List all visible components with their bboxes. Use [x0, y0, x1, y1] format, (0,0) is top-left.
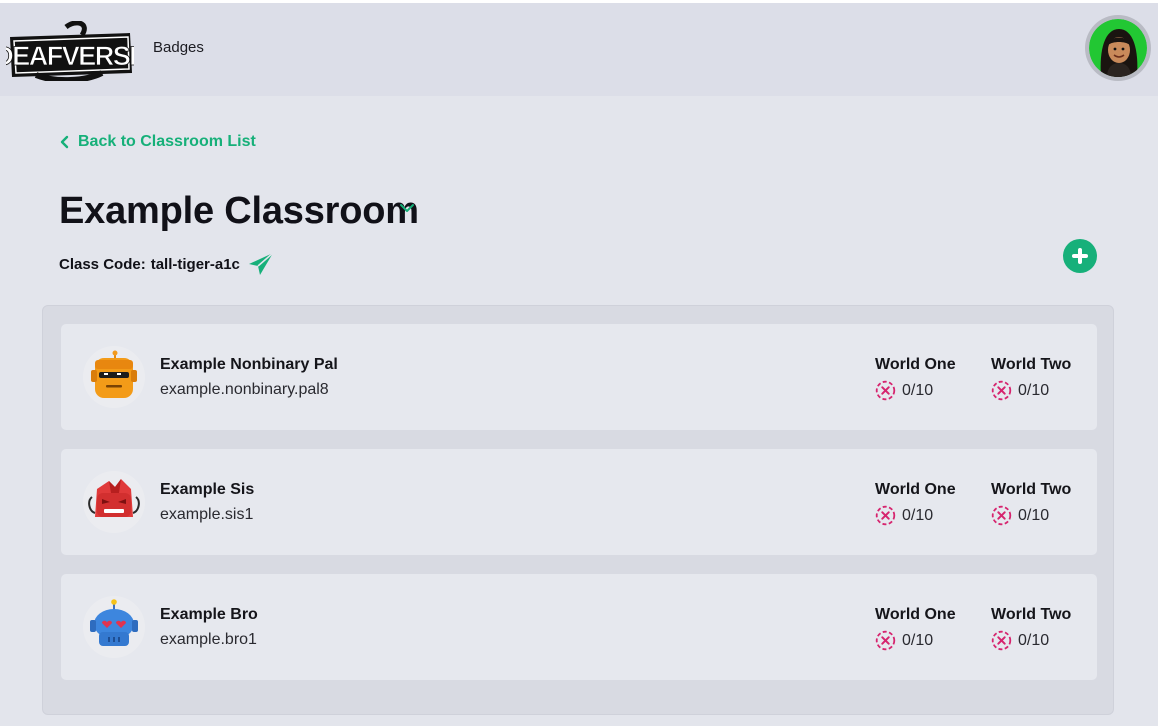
world-title: World Two	[991, 481, 1072, 498]
incomplete-x-icon	[875, 505, 896, 526]
incomplete-x-icon	[875, 630, 896, 651]
student-name: Example Nonbinary Pal	[160, 356, 338, 373]
deafverse-logo[interactable]: DEAFVERSE	[0, 20, 148, 84]
student-username: example.nonbinary.pal8	[160, 381, 329, 398]
incomplete-x-icon	[875, 380, 896, 401]
world-progress-value: 0/10	[1018, 381, 1050, 399]
student-card[interactable]: Example Sis example.sis1 World One 0/10 …	[61, 449, 1097, 555]
world-progress-column: World Two 0/10	[991, 356, 1071, 401]
world-progress-column: World One 0/10	[875, 481, 956, 526]
world-progress-column: World One 0/10	[875, 606, 956, 651]
student-name: Example Bro	[160, 606, 258, 623]
student-avatar	[83, 596, 145, 658]
class-code-value: tall-tiger-a1c	[150, 255, 240, 273]
add-student-button[interactable]	[1063, 239, 1097, 273]
world-progress-value: 0/10	[902, 631, 934, 649]
student-username: example.bro1	[160, 631, 257, 648]
student-card[interactable]: Example Nonbinary Pal example.nonbinary.…	[61, 324, 1097, 430]
world-progress: 0/10	[991, 380, 1071, 401]
world-progress-value: 0/10	[1018, 631, 1050, 649]
world-title: World One	[875, 356, 956, 373]
world-title: World One	[875, 481, 956, 498]
world-progress-value: 0/10	[1018, 506, 1050, 524]
chevron-down-icon[interactable]	[398, 201, 416, 215]
nav-badges-link[interactable]: Badges	[153, 39, 204, 56]
blue-robot-icon	[83, 596, 145, 658]
world-progress: 0/10	[991, 630, 1071, 651]
student-card[interactable]: Example Bro example.bro1 World One 0/10 …	[61, 574, 1097, 680]
world-progress: 0/10	[875, 630, 956, 651]
user-avatar-icon	[1089, 19, 1147, 77]
world-progress: 0/10	[875, 380, 956, 401]
world-progress: 0/10	[875, 505, 956, 526]
chevron-left-icon	[60, 135, 69, 149]
classroom-title: Example Classroom	[59, 190, 419, 232]
world-progress-column: World One 0/10	[875, 356, 956, 401]
world-progress-value: 0/10	[902, 381, 934, 399]
red-robot-icon	[83, 471, 145, 533]
world-title: World One	[875, 606, 956, 623]
world-progress-column: World Two 0/10	[991, 481, 1071, 526]
world-title: World Two	[991, 606, 1072, 623]
student-name: Example Sis	[160, 481, 255, 498]
world-progress: 0/10	[991, 505, 1071, 526]
student-username: example.sis1	[160, 506, 254, 523]
incomplete-x-icon	[991, 630, 1012, 651]
svg-text:DEAFVERSE: DEAFVERSE	[6, 41, 134, 71]
back-to-classroom-list-link[interactable]: Back to Classroom List	[60, 133, 256, 151]
incomplete-x-icon	[991, 505, 1012, 526]
world-title: World Two	[991, 356, 1072, 373]
world-progress-column: World Two 0/10	[991, 606, 1071, 651]
student-avatar	[83, 346, 145, 408]
back-link-label: Back to Classroom List	[78, 133, 256, 150]
student-list-panel: Example Nonbinary Pal example.nonbinary.…	[42, 305, 1114, 715]
send-icon[interactable]	[247, 251, 275, 277]
top-navigation-bar: DEAFVERSE Badges	[0, 0, 1158, 96]
world-progress-value: 0/10	[902, 506, 934, 524]
incomplete-x-icon	[991, 380, 1012, 401]
class-code-label: Class Code:	[59, 255, 146, 273]
student-avatar	[83, 471, 145, 533]
orange-robot-icon	[83, 346, 145, 408]
user-avatar-button[interactable]	[1085, 15, 1151, 81]
class-code-row: Class Code: tall-tiger-a1c	[59, 251, 275, 277]
